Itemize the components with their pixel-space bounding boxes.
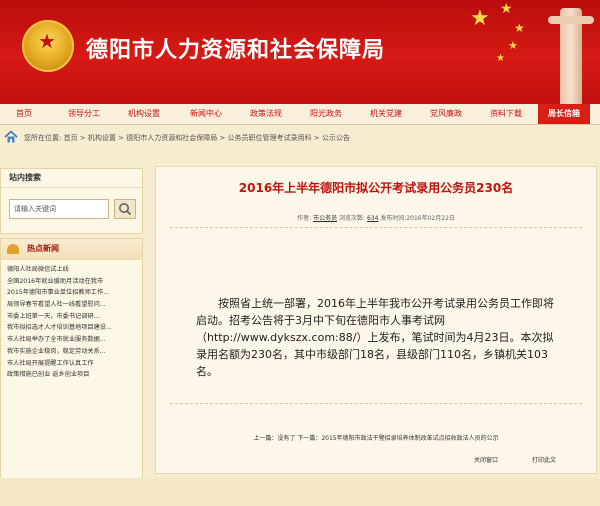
hot-news-title: 热点新闻 bbox=[1, 239, 142, 260]
star-icon: ★ bbox=[508, 39, 518, 52]
nav-item-integrity[interactable]: 党风廉政 bbox=[430, 104, 462, 124]
print-article-link[interactable]: 打印此文 bbox=[532, 455, 556, 464]
search-icon bbox=[119, 203, 132, 216]
nav-item-downloads[interactable]: 资料下载 bbox=[490, 104, 522, 124]
nav-item-leaders[interactable]: 领导分工 bbox=[68, 104, 100, 124]
star-icon: ★ bbox=[470, 6, 490, 31]
nav-item-news[interactable]: 新闻中心 bbox=[190, 104, 222, 124]
article-body: 按照省上统一部署，2016年上半年我市公开考试录用公务员工作即将启动。招考公告将… bbox=[196, 295, 558, 380]
article-meta: 作者: 市公务员 浏览次数: 634 发布时间:2016年02月22日 bbox=[156, 213, 596, 222]
divider bbox=[170, 227, 582, 228]
hot-news-item[interactable]: 政策措施已创业 返乡创业项目 bbox=[7, 369, 135, 381]
hot-news-list: 德阳人社局微信试上线 全国2016年就业援助月活动在我市 2015年德阳市事业单… bbox=[1, 260, 142, 381]
search-input[interactable] bbox=[9, 199, 109, 219]
huabiao-pillar-icon bbox=[548, 8, 594, 104]
close-window-link[interactable]: 关闭窗口 bbox=[474, 455, 498, 464]
hot-news-item[interactable]: 我市拟招选才人才培训基地项目建设... bbox=[7, 322, 135, 334]
hot-news-item[interactable]: 2015年德阳市事业单位招教师工作... bbox=[7, 287, 135, 299]
national-emblem-icon: ★ bbox=[22, 20, 74, 72]
star-icon: ★ bbox=[496, 53, 505, 64]
footer-strip bbox=[0, 478, 600, 506]
divider bbox=[170, 403, 582, 404]
article-panel: 2016年上半年德阳市拟公开考试录用公务员230名 作者: 市公务员 浏览次数:… bbox=[155, 166, 597, 474]
hot-news-item[interactable]: 全国2016年就业援助月活动在我市 bbox=[7, 276, 135, 288]
nav-item-organization[interactable]: 机构设置 bbox=[128, 104, 160, 124]
nav-item-home[interactable]: 首页 bbox=[16, 104, 32, 124]
meta-publish-date: 发布时间:2016年02月22日 bbox=[380, 215, 455, 222]
search-panel-title: 站内搜索 bbox=[1, 169, 142, 188]
nav-item-open-affairs[interactable]: 阳光政务 bbox=[310, 104, 342, 124]
meta-view-count: 634 bbox=[366, 215, 379, 222]
article-paragraph: 按照省上统一部署，2016年上半年我市公开考试录用公务员工作即将启动。招考公告将… bbox=[196, 297, 554, 378]
main-nav: 首页 领导分工 机构设置 新闻中心 政策法规 阳光政务 机关党建 党风廉政 资料… bbox=[0, 104, 600, 125]
breadcrumb: 您所在位置: 首页 > 机构设置 > 德阳市人力资源和社会保障局 > 公务员职位… bbox=[0, 128, 600, 148]
nav-item-director-mailbox[interactable]: 局长信箱 bbox=[538, 104, 590, 124]
prev-next-links[interactable]: 上一篇：没有了 下一篇：2015年德阳市政法干警招录培养体制改革试点招收政法人员… bbox=[156, 433, 596, 442]
hot-news-item[interactable]: 市人社局举办了全市就业服务数据... bbox=[7, 334, 135, 346]
breadcrumb-text: 您所在位置: 首页 > 机构设置 > 德阳市人力资源和社会保障局 > 公务员职位… bbox=[24, 134, 350, 142]
star-icon: ★ bbox=[500, 1, 513, 17]
search-panel: 站内搜索 bbox=[0, 168, 143, 234]
site-header: ★ 德阳市人力资源和社会保障局 ★ ★ ★ ★ ★ bbox=[0, 0, 600, 104]
star-icon: ★ bbox=[514, 21, 525, 35]
meta-views-label: 浏览次数: bbox=[339, 215, 366, 222]
meta-author-label: 作者: bbox=[297, 215, 312, 222]
site-title: 德阳市人力资源和社会保障局 bbox=[86, 38, 386, 63]
nav-item-policy[interactable]: 政策法规 bbox=[250, 104, 282, 124]
search-button[interactable] bbox=[114, 199, 136, 219]
article-title: 2016年上半年德阳市拟公开考试录用公务员230名 bbox=[238, 181, 514, 195]
hot-news-panel: 热点新闻 德阳人社局微信试上线 全国2016年就业援助月活动在我市 2015年德… bbox=[0, 238, 143, 490]
hot-news-item[interactable]: 我市实施企业稳岗，稳定劳动关系... bbox=[7, 346, 135, 358]
hot-news-item[interactable]: 德阳人社局微信试上线 bbox=[7, 264, 135, 276]
hot-news-item[interactable]: 市人社局开展提醒工作认真工作 bbox=[7, 358, 135, 370]
meta-author[interactable]: 市公务员 bbox=[313, 215, 337, 222]
nav-item-party[interactable]: 机关党建 bbox=[370, 104, 402, 124]
hot-news-item[interactable]: 市委上班第一天，市委书记调研... bbox=[7, 311, 135, 323]
hot-news-item[interactable]: 局领导春节看望人社一线看望慰问... bbox=[7, 299, 135, 311]
